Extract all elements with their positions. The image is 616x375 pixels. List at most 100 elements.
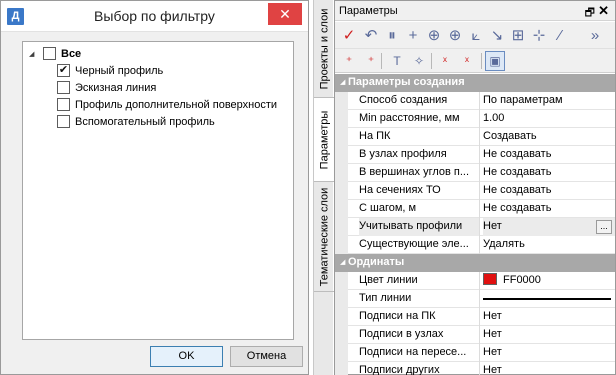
property-row[interactable]: Существующие эле... Удалять xyxy=(335,236,615,254)
grid-snap-icon[interactable]: ⊞ xyxy=(508,25,528,45)
category-header[interactable]: ◢ Ординаты xyxy=(335,254,615,272)
row-gutter xyxy=(335,344,348,362)
collapse-triangle-icon[interactable]: ◢ xyxy=(340,78,345,86)
panel-header: Параметры 🗗 ✕ xyxy=(335,1,615,21)
checkmark-icon[interactable]: ✓ xyxy=(339,25,359,45)
property-row[interactable]: Цвет линии FF0000 xyxy=(335,272,615,290)
property-row[interactable]: Тип линии xyxy=(335,290,615,308)
tree-row[interactable]: Вспомогательный профиль xyxy=(57,113,215,130)
property-value[interactable]: Создавать xyxy=(483,128,615,146)
property-value[interactable]: Не создавать xyxy=(483,182,615,200)
tree-row[interactable]: Профиль дополнительной поверхности xyxy=(57,96,277,113)
delete-points-icon[interactable]: ˣ xyxy=(435,51,455,71)
close-icon[interactable]: ✕ xyxy=(268,3,302,25)
property-name: Тип линии xyxy=(359,290,480,308)
toolbar-separator xyxy=(381,53,382,69)
property-value[interactable]: Нет... xyxy=(483,218,615,236)
add-multipoint-icon[interactable]: ⁺ xyxy=(361,51,381,71)
toolbar-separator xyxy=(431,53,432,69)
property-row[interactable]: Подписи на ПК Нет xyxy=(335,308,615,326)
property-value[interactable]: FF0000 xyxy=(483,272,615,290)
overflow-icon[interactable]: » xyxy=(585,25,605,45)
panel-close-icon[interactable]: ✕ xyxy=(598,3,609,19)
property-name: На сечениях ТО xyxy=(359,182,480,200)
property-value[interactable]: Нет xyxy=(483,308,615,326)
property-row[interactable]: На сечениях ТО Не создавать xyxy=(335,182,615,200)
checkbox-black-profile[interactable]: ✔ xyxy=(57,64,70,77)
property-row[interactable]: Способ создания По параметрам xyxy=(335,92,615,110)
property-row[interactable]: С шагом, м Не создавать xyxy=(335,200,615,218)
property-row[interactable]: Min расстояние, мм 1.00 xyxy=(335,110,615,128)
property-value[interactable]: Не создавать xyxy=(483,200,615,218)
property-row[interactable]: В вершинах углов п... Не создавать xyxy=(335,164,615,182)
property-row[interactable]: Подписи в узлах Нет xyxy=(335,326,615,344)
tree-label: Эскизная линия xyxy=(75,81,157,94)
crosshair-plus-icon[interactable]: + xyxy=(403,25,423,45)
tree-row[interactable]: ✔ Черный профиль xyxy=(57,62,163,79)
target-icon[interactable]: ⊕ xyxy=(424,25,444,45)
tree-label-all: Все xyxy=(61,47,82,60)
dialog-title-bar[interactable]: Д Выбор по фильтру ✕ xyxy=(1,1,308,32)
property-name: Min расстояние, мм xyxy=(359,110,480,128)
checkbox-additional-surface-profile[interactable] xyxy=(57,98,70,111)
toolbar-secondary: ⁺ ⁺ T ✧ ˣ ˣ ▣ xyxy=(335,49,615,73)
collapse-triangle-icon[interactable]: ◢ xyxy=(340,258,345,266)
property-name: Существующие эле... xyxy=(359,236,480,254)
property-name: Подписи других xyxy=(359,362,480,375)
add-point-icon[interactable]: ⁺ xyxy=(339,51,359,71)
row-gutter xyxy=(335,362,348,375)
dialog-title: Выбор по фильтру xyxy=(94,8,215,24)
tree-label: Профиль дополнительной поверхности xyxy=(75,98,278,111)
property-value[interactable]: 1.00 xyxy=(483,110,615,128)
tab-label: Проекты и слои xyxy=(318,8,331,89)
property-row[interactable]: Учитывать профили Нет... xyxy=(335,218,615,236)
ok-button[interactable]: OK xyxy=(150,346,223,367)
property-value[interactable]: Не создавать xyxy=(483,164,615,182)
delete-node-icon[interactable]: ˣ xyxy=(457,51,477,71)
object-snap-icon[interactable]: ⟀ xyxy=(466,25,486,45)
tab-thematic-layers[interactable]: Тематические слои xyxy=(314,182,334,292)
tab-parameters[interactable]: Параметры xyxy=(314,98,334,182)
checkbox-sketch-line[interactable] xyxy=(57,81,70,94)
checkbox-auxiliary-profile[interactable] xyxy=(57,115,70,128)
row-gutter xyxy=(335,128,348,146)
eyedropper-icon[interactable]: ⁄ xyxy=(550,25,570,45)
category-header[interactable]: ◢ Параметры создания xyxy=(335,74,615,92)
property-row[interactable]: В узлах профиля Не создавать xyxy=(335,146,615,164)
panel-title: Параметры xyxy=(339,5,398,17)
tree-row-root[interactable]: ◢ Все xyxy=(29,45,81,62)
property-value[interactable]: Нет xyxy=(483,326,615,344)
tab-label: Тематические слои xyxy=(318,187,330,286)
split-icon[interactable]: ⏸ xyxy=(382,25,402,45)
property-value[interactable] xyxy=(483,290,615,308)
property-row[interactable]: На ПК Создавать xyxy=(335,128,615,146)
cursor-snap-icon[interactable]: ↘ xyxy=(487,25,507,45)
property-row[interactable]: Подписи на пересе... Нет xyxy=(335,344,615,362)
row-gutter xyxy=(335,110,348,128)
collapse-triangle-icon[interactable]: ◢ xyxy=(29,50,39,58)
node-add-icon[interactable]: ⊹ xyxy=(529,25,549,45)
property-name: Учитывать профили xyxy=(359,218,480,236)
property-value[interactable]: Удалять xyxy=(483,236,615,254)
ellipsis-button[interactable]: ... xyxy=(596,220,612,234)
toolbar-separator xyxy=(481,53,482,69)
property-value[interactable]: Нет xyxy=(483,362,615,375)
row-gutter xyxy=(335,200,348,218)
property-name: С шагом, м xyxy=(359,200,480,218)
row-gutter xyxy=(335,146,348,164)
move-point-icon[interactable]: ✧ xyxy=(409,51,429,71)
text-add-icon[interactable]: T xyxy=(387,51,407,71)
undo-curve-icon[interactable]: ↶ xyxy=(361,25,381,45)
row-gutter xyxy=(335,272,348,290)
tree-row[interactable]: Эскизная линия xyxy=(57,79,156,96)
properties-toggle-icon[interactable]: ▣ xyxy=(485,51,505,71)
property-row[interactable]: Подписи других Нет xyxy=(335,362,615,375)
tab-projects-and-layers[interactable]: Проекты и слои xyxy=(314,0,334,98)
property-value[interactable]: По параметрам xyxy=(483,92,615,110)
target-node-icon[interactable]: ⊕ xyxy=(445,25,465,45)
property-value[interactable]: Нет xyxy=(483,344,615,362)
property-value[interactable]: Не создавать xyxy=(483,146,615,164)
float-window-icon[interactable]: 🗗 xyxy=(585,4,595,23)
cancel-button[interactable]: Отмена xyxy=(230,346,303,367)
checkbox-all[interactable] xyxy=(43,47,56,60)
